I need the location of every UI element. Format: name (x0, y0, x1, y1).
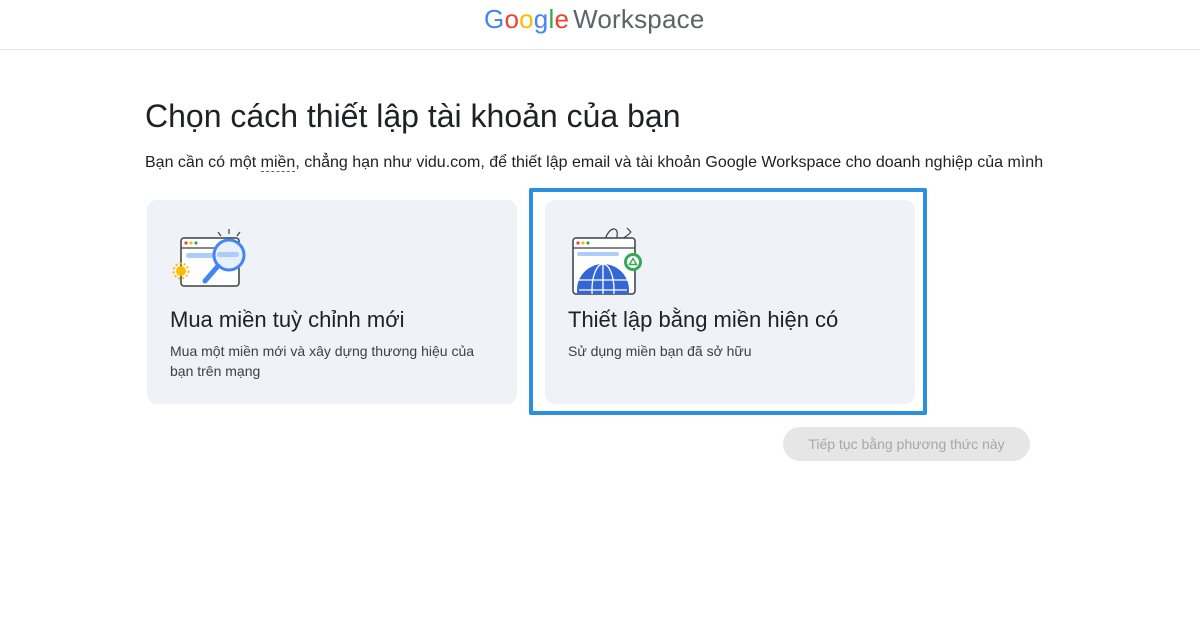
option-card-existing-domain[interactable]: Thiết lập bằng miền hiện có Sử dụng miền… (545, 200, 915, 404)
option-title: Thiết lập bằng miền hiện có (568, 307, 839, 332)
domain-search-icon (172, 229, 246, 287)
continue-button[interactable]: Tiếp tục bằng phương thức này (783, 427, 1030, 461)
logo-letter: o (504, 4, 520, 34)
option-description: Mua một miền mới và xây dựng thương hiệu… (170, 343, 475, 379)
logo-letter: g (533, 4, 549, 34)
logo-letter: e (554, 4, 570, 34)
logo-product-name: Workspace (573, 4, 705, 34)
google-workspace-logo[interactable]: Google Workspace (484, 4, 704, 34)
option-description: Sử dụng miền bạn đã sở hữu (568, 343, 752, 359)
logo-letter: G (484, 4, 505, 34)
option-card-buy-domain[interactable]: Mua miền tuỳ chỉnh mới Mua một miền mới … (147, 200, 517, 404)
page-title: Chọn cách thiết lập tài khoản của bạn (145, 98, 681, 134)
logo-letter: o (519, 4, 534, 34)
globe-domain-icon (572, 227, 642, 295)
page-subtitle: Bạn cần có một miền, chẳng hạn như vidu.… (145, 152, 1043, 174)
top-bar: Google Workspace (0, 0, 1200, 50)
domain-term-link[interactable]: miền (260, 154, 296, 172)
subtitle-text: , chẳng hạn như vidu.com, để thiết lập e… (295, 154, 1044, 171)
subtitle-text: Bạn cần có một (145, 154, 261, 171)
option-title: Mua miền tuỳ chỉnh mới (170, 307, 405, 332)
